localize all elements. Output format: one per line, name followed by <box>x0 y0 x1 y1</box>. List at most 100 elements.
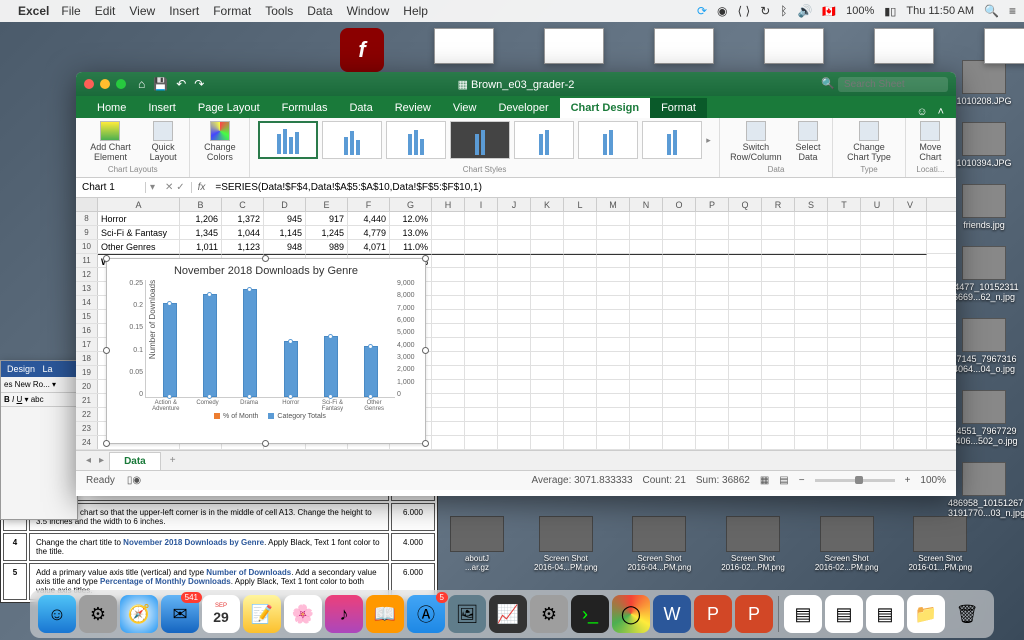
code-icon[interactable]: ⟨ ⟩ <box>737 4 750 18</box>
zoom-out-icon[interactable]: − <box>799 475 805 486</box>
menu-file[interactable]: File <box>61 4 80 18</box>
word-window[interactable]: Design La es New Ro... ▾ B I U ▾ abc <box>0 360 78 520</box>
chart-bar[interactable] <box>243 289 257 397</box>
window-thumb[interactable] <box>544 28 604 64</box>
photos-icon[interactable]: 🌸 <box>284 595 322 633</box>
bluetooth-icon[interactable]: ᛒ <box>780 4 787 18</box>
calendar-icon[interactable]: SEP29 <box>202 595 240 633</box>
dock-file[interactable]: ▤ <box>866 595 904 633</box>
column-header[interactable]: V <box>894 198 927 211</box>
desktop-file[interactable]: Screen Shot2016-04...PM.png <box>534 516 598 572</box>
window-thumb[interactable] <box>984 28 1024 64</box>
redo-icon[interactable]: ↷ <box>194 77 204 91</box>
excel-titlebar[interactable]: ⌂ 💾 ↶ ↷ ▦ Brown_e03_grader-2 🔍 <box>76 72 956 96</box>
itunes-icon[interactable]: ♪ <box>325 595 363 633</box>
tab-chart-design[interactable]: Chart Design <box>560 98 650 118</box>
gallery-more-icon[interactable]: ▸ <box>706 135 711 146</box>
column-header[interactable]: G <box>390 198 432 211</box>
dock-file[interactable]: ▤ <box>825 595 863 633</box>
volume-icon[interactable]: 🔊 <box>797 4 812 18</box>
chart-bar[interactable] <box>284 341 298 397</box>
chart-style-option[interactable] <box>386 121 446 159</box>
chart-style-option[interactable] <box>642 121 702 159</box>
plot-area[interactable] <box>145 280 395 398</box>
view-normal-icon[interactable]: ▦ <box>760 475 769 486</box>
desktop-file[interactable]: 57145_79673164064...04_o.jpg <box>948 318 1020 374</box>
window-thumb[interactable] <box>874 28 934 64</box>
tab-formulas[interactable]: Formulas <box>271 98 339 118</box>
column-header[interactable]: J <box>498 198 531 211</box>
desktop-file[interactable]: Screen Shot2016-02...PM.png <box>721 516 785 572</box>
menu-format[interactable]: Format <box>213 4 251 18</box>
column-header[interactable]: U <box>861 198 894 211</box>
column-header[interactable]: B <box>180 198 222 211</box>
chart-bar[interactable] <box>163 303 177 397</box>
clock[interactable]: Thu 11:50 AM <box>906 5 974 17</box>
battery-icon[interactable]: ▮▯ <box>884 5 896 18</box>
chart-style-option[interactable] <box>578 121 638 159</box>
confirm-formula-icon[interactable]: ✓ <box>176 182 184 193</box>
smiley-icon[interactable]: ☺ <box>916 106 927 118</box>
menu-data[interactable]: Data <box>307 4 332 18</box>
chart-styles-gallery[interactable]: ▸ <box>258 121 711 159</box>
menu-edit[interactable]: Edit <box>95 4 116 18</box>
embedded-chart[interactable]: November 2018 Downloads by Genre Number … <box>106 258 426 444</box>
table-row[interactable]: 8Horror1,2061,3729459174,44012.0% <box>76 212 956 226</box>
wifi-icon[interactable]: ◉ <box>717 4 727 18</box>
name-box-dropdown-icon[interactable]: ▾ <box>146 182 159 193</box>
change-chart-type-button[interactable]: Change Chart Type <box>841 121 897 163</box>
formula-input[interactable]: =SERIES(Data!$F$4,Data!$A$5:$A$10,Data!$… <box>211 182 956 193</box>
zoom-value[interactable]: 100% <box>920 475 946 486</box>
switch-row-column-button[interactable]: Switch Row/Column <box>728 121 784 163</box>
desktop-file[interactable]: 486958_101512673191770...03_n.jpg <box>948 462 1020 518</box>
column-header[interactable]: I <box>465 198 498 211</box>
column-header[interactable]: A <box>98 198 180 211</box>
column-header[interactable]: F <box>348 198 390 211</box>
column-header[interactable]: C <box>222 198 264 211</box>
column-header[interactable]: E <box>306 198 348 211</box>
tab-view[interactable]: View <box>442 98 488 118</box>
column-header[interactable]: L <box>564 198 597 211</box>
minimize-icon[interactable] <box>100 79 110 89</box>
change-colors-button[interactable]: Change Colors <box>198 121 241 163</box>
desktop-file[interactable]: Screen Shot2016-02...PM.png <box>815 516 879 572</box>
activity-monitor-icon[interactable]: 📈 <box>489 595 527 633</box>
search-sheet-input[interactable] <box>838 77 948 92</box>
add-chart-element-button[interactable]: Add Chart Element <box>84 121 137 163</box>
spreadsheet-grid[interactable]: ABCDEFGHIJKLMNOPQRSTUV 8Horror1,2061,372… <box>76 198 956 450</box>
dock-file[interactable]: ▤ <box>784 595 822 633</box>
spotlight-icon[interactable]: 🔍 <box>984 4 999 18</box>
add-sheet-icon[interactable]: + <box>162 455 184 466</box>
fullscreen-icon[interactable] <box>116 79 126 89</box>
ibooks-icon[interactable]: 📖 <box>366 595 404 633</box>
macro-record-icon[interactable]: ▯◉ <box>127 475 141 486</box>
column-header[interactable]: S <box>795 198 828 211</box>
column-header[interactable]: O <box>663 198 696 211</box>
sheet-tab-data[interactable]: Data <box>109 452 161 470</box>
chart-style-option[interactable] <box>258 121 318 159</box>
flag-icon[interactable]: 🇨🇦 <box>822 5 836 18</box>
flash-app-icon[interactable]: f <box>340 28 384 72</box>
column-header[interactable]: H <box>432 198 465 211</box>
desktop-file[interactable]: 1010394.JPG <box>948 122 1020 168</box>
table-row[interactable]: 10Other Genres1,0111,1239489894,07111.0% <box>76 240 956 254</box>
menu-tools[interactable]: Tools <box>265 4 293 18</box>
powerpoint-file-icon[interactable]: P <box>735 595 773 633</box>
column-header[interactable]: R <box>762 198 795 211</box>
chrome-icon[interactable]: ◯ <box>612 595 650 633</box>
desktop-file[interactable]: friends.jpg <box>948 184 1020 230</box>
sync-icon[interactable]: ⟳ <box>697 4 707 18</box>
select-data-button[interactable]: Select Data <box>792 121 824 163</box>
traffic-lights[interactable] <box>84 79 126 89</box>
column-header[interactable]: P <box>696 198 729 211</box>
window-thumb[interactable] <box>654 28 714 64</box>
cancel-formula-icon[interactable]: ✕ <box>165 182 173 193</box>
chart-style-option[interactable] <box>514 121 574 159</box>
app-name[interactable]: Excel <box>18 4 49 18</box>
refresh-icon[interactable]: ↻ <box>760 4 770 18</box>
chart-bar[interactable] <box>364 346 378 397</box>
desktop-file[interactable]: Screen Shot2016-01...PM.png <box>908 516 972 572</box>
save-icon[interactable]: 💾 <box>153 77 168 91</box>
preview-icon[interactable]: 🖼 <box>448 595 486 633</box>
desktop-file[interactable]: Screen Shot2016-04...PM.png <box>628 516 692 572</box>
